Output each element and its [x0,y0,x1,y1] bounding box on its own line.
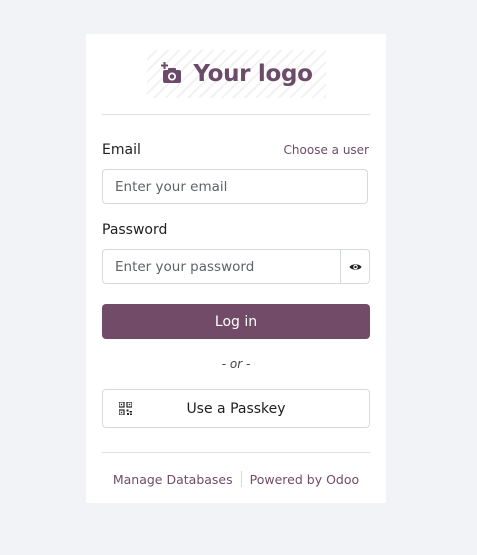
qr-code-icon [119,402,132,415]
show-password-button[interactable] [340,250,369,283]
eye-icon [348,263,362,270]
choose-user-link[interactable]: Choose a user [284,143,369,157]
company-logo: Your logo [147,50,326,98]
password-label: Password [102,222,168,238]
email-input[interactable] [102,169,368,204]
logo-text: Your logo [193,61,313,87]
login-card: Your logo Email Choose a user Password L… [86,34,386,503]
password-field-group [102,249,370,284]
passkey-button-label: Use a Passkey [186,400,286,417]
footer-divider [102,452,370,453]
or-separator: - or - [221,357,251,371]
email-label: Email [102,142,141,158]
login-button[interactable]: Log in [102,304,370,339]
manage-databases-link[interactable]: Manage Databases [113,472,233,487]
footer-separator [240,471,242,487]
password-input[interactable] [103,250,340,283]
powered-by-odoo-link[interactable]: Powered by Odoo [250,472,360,487]
login-footer: Manage Databases Powered by Odoo [86,471,386,487]
header-divider [102,114,370,115]
camera-plus-icon [161,61,182,83]
passkey-button[interactable]: Use a Passkey [102,389,370,428]
